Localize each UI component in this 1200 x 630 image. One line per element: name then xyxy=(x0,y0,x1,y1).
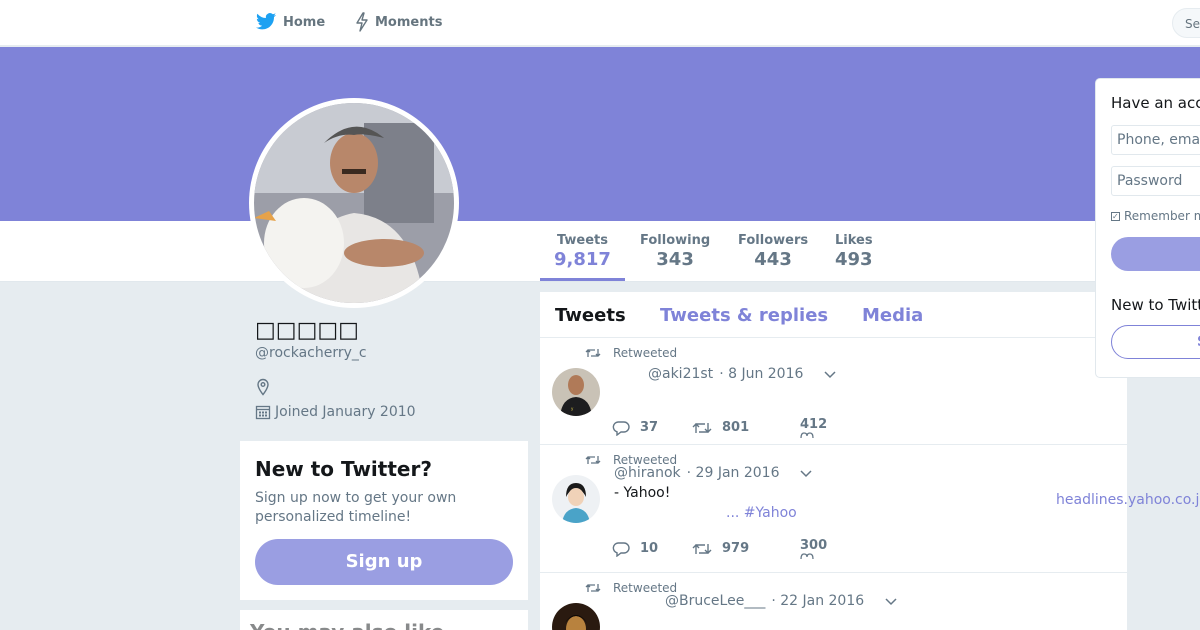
retweet-icon xyxy=(585,584,601,592)
phone-email-input[interactable]: Phone, email xyxy=(1111,125,1200,155)
retweet-icon xyxy=(585,456,601,464)
tab-media[interactable]: Media xyxy=(862,305,923,326)
stat-likes[interactable]: Likes 493 xyxy=(835,233,873,270)
avatar-photo xyxy=(254,103,454,303)
login-new-label: New to Twitter? xyxy=(1111,296,1200,314)
profile-display-name[interactable]: □□□□□ xyxy=(255,318,359,343)
tweet-header: @BruceLee___ · 22 Jan 2016 xyxy=(665,593,898,609)
stat-followers-value: 443 xyxy=(754,249,792,270)
tweet-handle[interactable]: @BruceLee___ xyxy=(665,593,765,609)
search-input[interactable]: Se xyxy=(1172,8,1200,38)
joined-label: Joined January 2010 xyxy=(275,404,416,420)
stat-tweets-value: 9,817 xyxy=(554,249,611,270)
like-action[interactable]: 412 xyxy=(800,417,827,438)
tweet-date[interactable]: · 29 Jan 2016 xyxy=(687,465,780,481)
login-sign-up-button[interactable]: S xyxy=(1111,325,1200,359)
remember-label: Remember me xyxy=(1124,209,1200,223)
password-input[interactable]: Password xyxy=(1111,166,1200,196)
like-count: 412 xyxy=(800,417,828,432)
signup-card: New to Twitter? Sign up now to get your … xyxy=(240,441,528,600)
retweeted-line: Retweeted xyxy=(585,346,677,360)
tweet-link-domain[interactable]: headlines.yahoo.co.jp xyxy=(1056,492,1200,508)
stat-followers[interactable]: Followers 443 xyxy=(738,233,808,270)
tab-tweets-replies[interactable]: Tweets & replies xyxy=(660,305,828,326)
profile-avatar[interactable] xyxy=(249,98,459,308)
nav-moments-label: Moments xyxy=(375,14,443,30)
chevron-down-icon[interactable] xyxy=(823,369,837,379)
joined-date: Joined January 2010 xyxy=(255,404,416,420)
tweet-date[interactable]: · 22 Jan 2016 xyxy=(771,593,864,609)
timeline-tabs: Tweets Tweets & replies Media xyxy=(540,292,1127,338)
tweet-avatar[interactable] xyxy=(552,603,600,630)
tweet-actions: 10 979 300 xyxy=(612,538,827,559)
tweet-handle[interactable]: @hiranok xyxy=(614,465,681,481)
reply-icon xyxy=(612,541,630,557)
tweet-actions: 37 801 412 xyxy=(612,417,827,438)
stat-following-value: 343 xyxy=(656,249,694,270)
retweet-icon xyxy=(692,543,712,554)
stat-likes-label: Likes xyxy=(835,233,873,248)
tab-tweets[interactable]: Tweets xyxy=(555,305,626,326)
tweet-handle[interactable]: @aki21st xyxy=(648,366,713,382)
login-card: Have an account? Phone, email Password ✓… xyxy=(1095,78,1200,378)
sign-up-button[interactable]: Sign up xyxy=(255,539,513,585)
tweet-avatar[interactable] xyxy=(552,475,600,523)
tweet-date[interactable]: · 8 Jun 2016 xyxy=(719,366,803,382)
retweet-action[interactable]: 979 xyxy=(692,541,800,556)
bird-icon xyxy=(255,13,277,30)
reply-action[interactable]: 10 xyxy=(612,541,692,557)
lightning-icon xyxy=(356,12,368,32)
heart-icon xyxy=(800,553,814,559)
stat-following-label: Following xyxy=(640,233,711,248)
profile-handle[interactable]: @rockacherry_c xyxy=(255,345,367,361)
profile-banner xyxy=(0,47,1200,221)
nav-moments-link[interactable]: Moments xyxy=(355,12,442,32)
tweet-item[interactable]: Retweeted y @aki21st · 8 Jun 2016 37 801… xyxy=(540,338,1127,445)
stat-followers-label: Followers xyxy=(738,233,809,248)
tweet-avatar[interactable]: y xyxy=(552,368,600,416)
like-action[interactable]: 300 xyxy=(800,538,827,559)
location-icon xyxy=(257,378,269,396)
reply-count: 37 xyxy=(640,420,659,435)
tweet-item[interactable]: Retweeted @hiranok · 29 Jan 2016 - Yahoo… xyxy=(540,445,1127,573)
timeline: Tweets Tweets & replies Media Retweeted … xyxy=(540,292,1127,630)
signup-text: Sign up now to get your own personalized… xyxy=(255,490,457,525)
top-nav-bar: Home Moments Se xyxy=(0,0,1200,46)
reply-count: 10 xyxy=(640,541,659,556)
remember-me[interactable]: ✓ Remember me xyxy=(1111,209,1200,223)
remember-checkbox[interactable]: ✓ xyxy=(1111,211,1120,221)
stat-tweets-label: Tweets xyxy=(556,233,608,248)
reply-icon xyxy=(612,420,630,436)
stat-tweets[interactable]: Tweets 9,817 xyxy=(554,233,611,270)
chevron-down-icon[interactable] xyxy=(799,468,813,478)
retweet-icon xyxy=(692,422,712,433)
stat-following[interactable]: Following 343 xyxy=(640,233,710,270)
retweeted-label: Retweeted xyxy=(613,346,678,360)
reply-action[interactable]: 37 xyxy=(612,420,692,436)
tweet-header: @aki21st · 8 Jun 2016 xyxy=(648,366,837,382)
login-title: Have an account? xyxy=(1111,94,1200,112)
retweet-icon xyxy=(585,349,601,357)
heart-icon xyxy=(800,432,814,438)
retweeted-line: Retweeted xyxy=(585,581,677,595)
tweet-text: - Yahoo! xyxy=(614,485,671,501)
like-count: 300 xyxy=(800,538,828,553)
nav-home-label: Home xyxy=(283,14,326,30)
you-may-like-card: You may also like xyxy=(240,610,528,630)
retweet-count: 979 xyxy=(722,541,750,556)
stat-likes-value: 493 xyxy=(835,249,873,270)
retweet-count: 801 xyxy=(722,420,750,435)
tweet-hashtag-link[interactable]: ... #Yahoo xyxy=(726,505,797,521)
retweet-action[interactable]: 801 xyxy=(692,420,800,435)
tweet-item[interactable]: Retweeted @BruceLee___ · 22 Jan 2016 xyxy=(540,573,1127,630)
calendar-icon xyxy=(255,405,271,420)
active-tab-underline xyxy=(540,278,625,281)
chevron-down-icon[interactable] xyxy=(884,596,898,606)
signup-title: New to Twitter? xyxy=(255,457,432,481)
nav-home-link[interactable]: Home xyxy=(255,12,325,32)
tweet-header: @hiranok · 29 Jan 2016 xyxy=(614,465,813,481)
log-in-button[interactable] xyxy=(1111,237,1200,271)
you-may-like-title: You may also like xyxy=(250,620,444,630)
